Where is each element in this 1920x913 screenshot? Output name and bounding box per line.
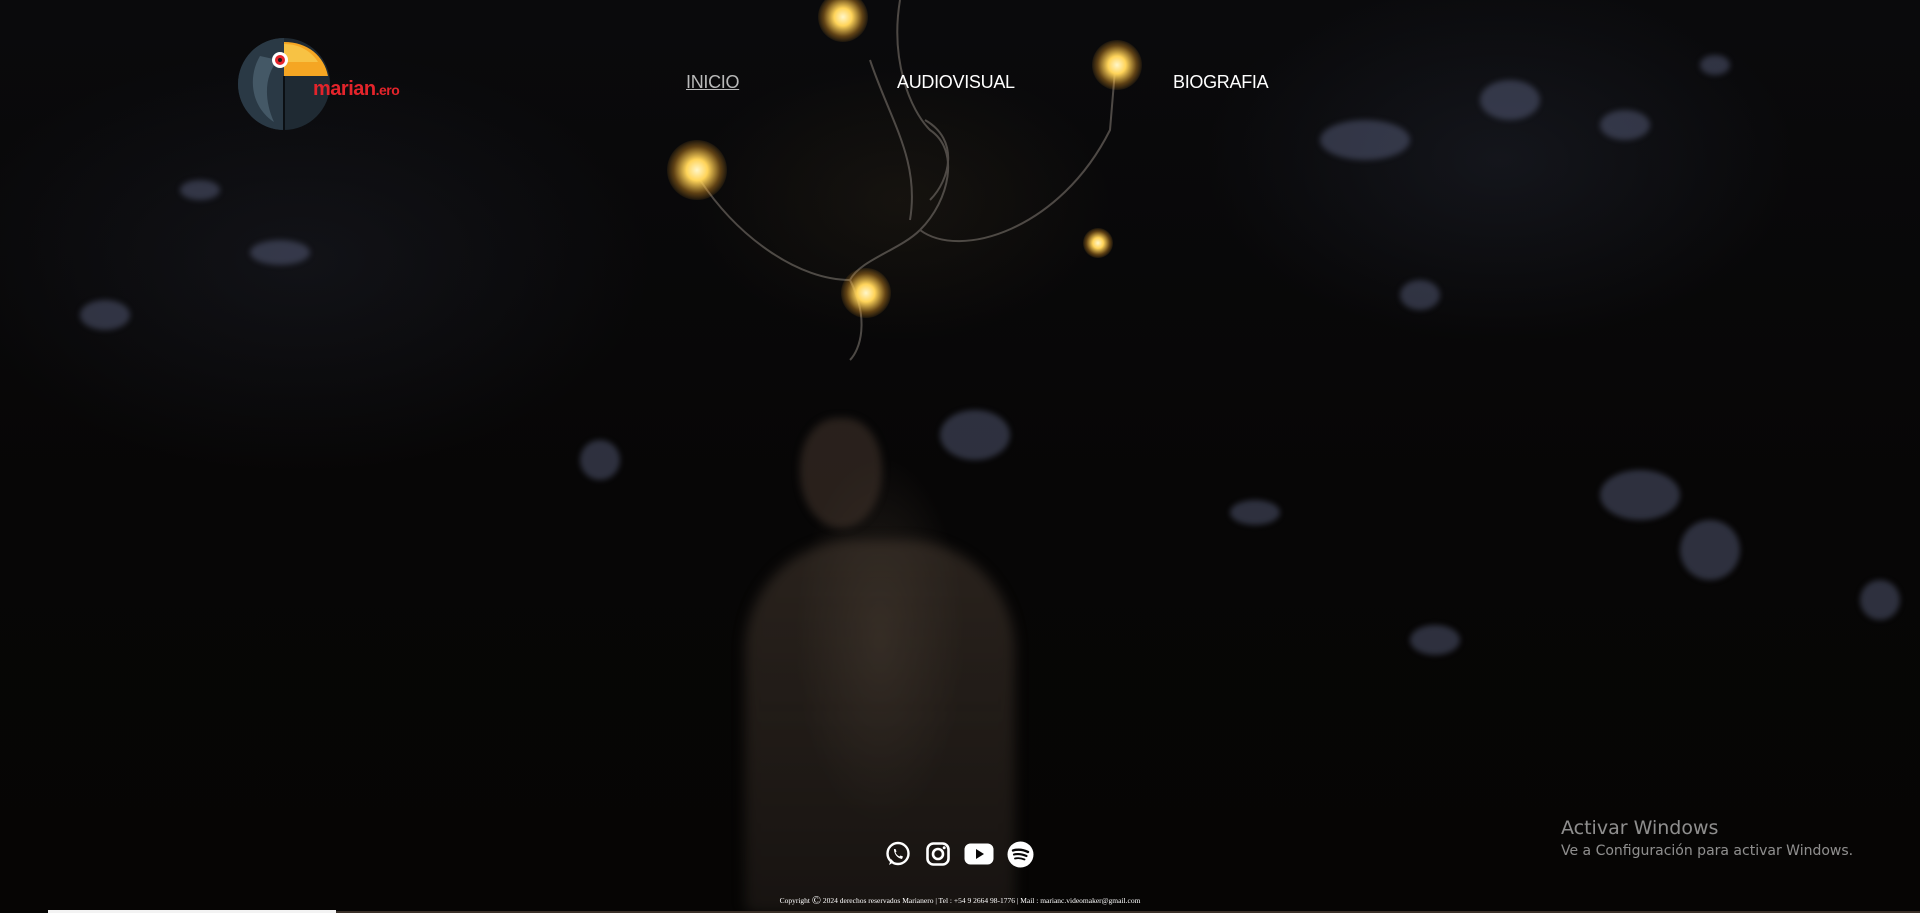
main-nav: INICIO AUDIOVISUAL BIOGRAFIA [0,72,1920,102]
candle-light [841,268,891,318]
nav-item-biografia[interactable]: BIOGRAFIA [1173,72,1269,93]
copyright-text: Copyright © 2024 derechos reservados Mar… [0,893,1920,908]
nav-item-inicio[interactable]: INICIO [686,72,740,93]
hero-background: marian.ero INICIO AUDIOVISUAL BIOGRAFIA [0,0,1920,913]
youtube-icon[interactable] [964,840,994,868]
nav-item-audiovisual[interactable]: AUDIOVISUAL [897,72,1015,93]
chandelier-illustration [699,0,1116,361]
whatsapp-icon[interactable] [884,840,912,868]
copyright-symbol: © [811,893,821,907]
windows-activation-watermark: Activar Windows Ve a Configuración para … [1561,817,1853,859]
watermark-title: Activar Windows [1561,817,1719,839]
person-head [800,418,882,528]
copyright-body: 2024 derechos reservados Marianero | Tel… [822,896,1141,905]
watermark-subtitle: Ve a Configuración para activar Windows. [1561,843,1854,859]
spotify-icon[interactable] [1006,840,1034,868]
copyright-prefix: Copyright [779,896,810,905]
social-links [884,840,1034,868]
instagram-icon[interactable] [924,840,952,868]
candle-light [667,140,727,200]
candle-light [1083,228,1113,258]
